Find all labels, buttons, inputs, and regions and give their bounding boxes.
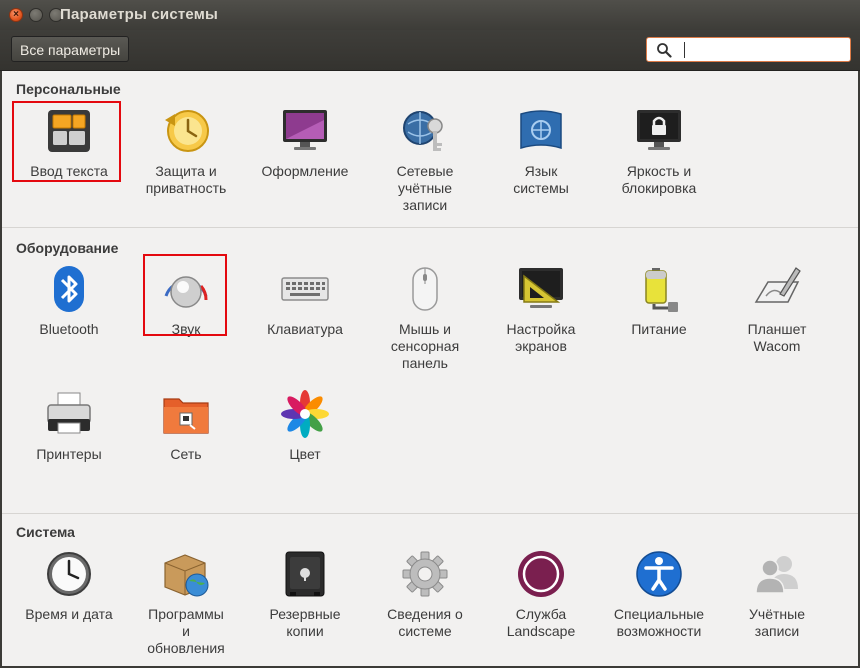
item-date-time[interactable]: Время и дата — [10, 549, 128, 623]
item-label: Яркость и блокировка — [621, 163, 697, 196]
close-icon: × — [13, 9, 19, 20]
online-accounts-key-icon — [403, 111, 443, 151]
close-window-button[interactable]: × — [9, 8, 23, 22]
item-label: Учётные записи — [749, 606, 805, 639]
item-label: Сетевые учётные записи — [396, 163, 454, 213]
user-accounts-icon — [755, 556, 798, 594]
item-label: Защита и приватность — [145, 163, 227, 196]
item-brightness-lock[interactable]: Яркость и блокировка — [600, 106, 718, 197]
item-label: Настройка экранов — [506, 321, 576, 354]
minimize-window-button[interactable] — [29, 8, 43, 22]
highlight-box-sound — [143, 254, 227, 336]
category-hardware: Оборудование — [16, 240, 119, 256]
item-backups[interactable]: Резервные копии — [246, 549, 364, 640]
item-label: Сведения о системе — [387, 606, 463, 639]
window-title: Параметры системы — [60, 6, 219, 23]
privacy-clock-icon — [165, 110, 209, 152]
landscape-ring-icon — [518, 551, 564, 597]
toolbar: Все параметры — [0, 30, 860, 71]
wacom-tablet-icon — [754, 267, 801, 303]
item-power[interactable]: Питание — [600, 264, 718, 338]
section-divider — [2, 513, 858, 514]
displays-icon — [519, 268, 563, 308]
item-software-updates[interactable]: Программы и обновления — [127, 549, 245, 657]
section-divider — [2, 227, 858, 228]
item-label: Клавиатура — [267, 321, 343, 337]
item-label: Оформление — [261, 163, 349, 179]
language-flag-icon — [520, 110, 562, 150]
search-input[interactable] — [646, 37, 851, 62]
category-system: Система — [16, 524, 75, 540]
item-keyboard[interactable]: Клавиатура — [246, 264, 364, 338]
bluetooth-icon — [54, 266, 84, 312]
network-folder-icon — [163, 398, 209, 434]
all-settings-button[interactable]: Все параметры — [11, 36, 130, 62]
clock-icon — [47, 552, 91, 596]
item-label: Bluetooth — [39, 321, 99, 337]
item-appearance[interactable]: Оформление — [246, 106, 364, 180]
item-label: Цвет — [289, 446, 321, 462]
item-language-support[interactable]: Язык системы — [482, 106, 600, 197]
software-package-icon — [164, 554, 209, 597]
item-label: Мышь и сенсорная панель — [390, 321, 460, 371]
item-label: Программы и обновления — [147, 606, 225, 656]
item-accessibility[interactable]: Специальные возможности — [600, 549, 718, 640]
mouse-icon — [412, 267, 438, 311]
item-label: Сеть — [170, 446, 202, 462]
battery-icon — [645, 268, 678, 312]
item-label: Время и дата — [25, 606, 113, 622]
highlight-box-text-entry — [12, 101, 121, 182]
item-label: Питание — [631, 321, 687, 337]
item-label: Служба Landscape — [506, 606, 576, 639]
item-network[interactable]: Сеть — [127, 389, 245, 463]
item-online-accounts[interactable]: Сетевые учётные записи — [366, 106, 484, 214]
item-label: Планшет Wacom — [747, 321, 807, 354]
backup-safe-icon — [285, 551, 325, 597]
category-personal: Персональные — [16, 81, 121, 97]
gear-icon — [402, 551, 448, 597]
item-printers[interactable]: Принтеры — [10, 389, 128, 463]
item-landscape-service[interactable]: Служба Landscape — [482, 549, 600, 640]
settings-window: × Параметры системы Все параметры Персон… — [0, 0, 860, 668]
item-user-accounts[interactable]: Учётные записи — [718, 549, 836, 640]
lock-screen-icon — [637, 110, 681, 150]
item-security-privacy[interactable]: Защита и приватность — [127, 106, 245, 197]
keyboard-icon — [281, 277, 329, 301]
text-caret — [684, 42, 685, 58]
item-label: Язык системы — [513, 163, 569, 196]
item-label: Принтеры — [36, 446, 102, 462]
item-label: Специальные возможности — [613, 606, 705, 639]
appearance-monitor-icon — [283, 110, 327, 150]
item-mouse-touchpad[interactable]: Мышь и сенсорная панель — [366, 264, 484, 372]
title-bar: × Параметры системы — [0, 0, 860, 30]
item-label: Резервные копии — [269, 606, 341, 639]
settings-panel: Персональные Ввод текста Защита и приват… — [2, 71, 858, 666]
item-system-details[interactable]: Сведения о системе — [366, 549, 484, 640]
search-icon — [657, 43, 672, 58]
item-displays[interactable]: Настройка экранов — [482, 264, 600, 355]
accessibility-icon — [636, 551, 682, 597]
printer-icon — [47, 392, 91, 434]
item-wacom-tablet[interactable]: Планшет Wacom — [718, 264, 836, 355]
item-color[interactable]: Цвет — [246, 389, 364, 463]
item-bluetooth[interactable]: Bluetooth — [10, 264, 128, 338]
color-flower-icon — [281, 390, 329, 438]
